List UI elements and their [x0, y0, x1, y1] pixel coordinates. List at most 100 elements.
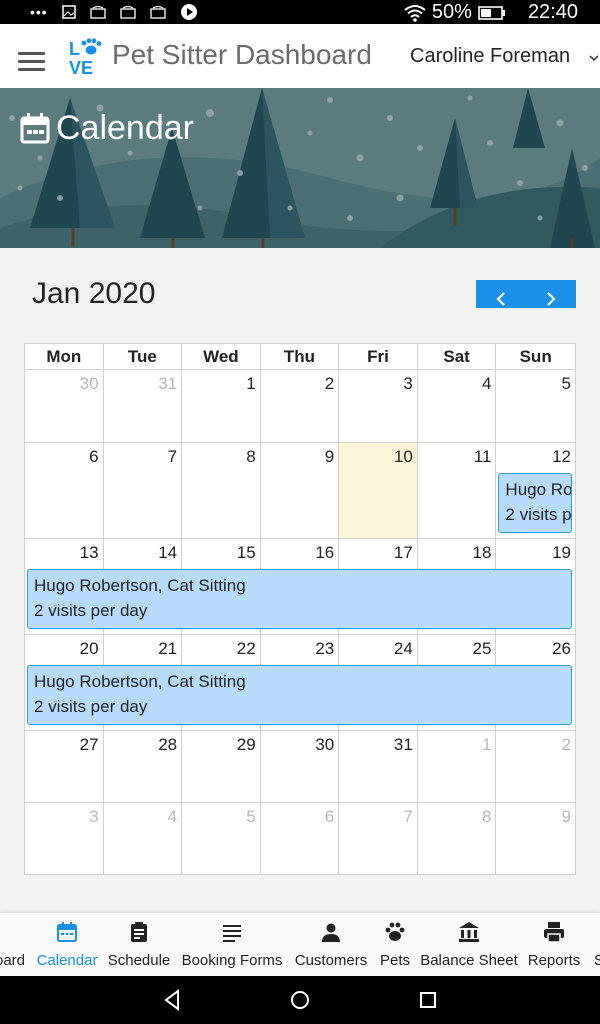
nav-item-person[interactable]: Customers [290, 913, 372, 977]
day-cell[interactable]: 3 [25, 803, 104, 874]
day-number[interactable]: 29 [237, 735, 256, 755]
day-number[interactable]: 4 [168, 807, 177, 827]
month-nav [476, 280, 576, 308]
day-number[interactable]: 25 [472, 639, 491, 659]
day-cell[interactable]: 31 [339, 731, 418, 802]
day-number[interactable]: 8 [246, 447, 255, 467]
next-month-button[interactable] [526, 280, 576, 308]
day-cell[interactable]: 7 [104, 443, 183, 538]
nav-item-clipboard[interactable]: Schedule [104, 913, 174, 977]
recents-icon[interactable] [416, 988, 440, 1012]
day-number[interactable]: 14 [158, 543, 177, 563]
day-cell[interactable]: 2 [261, 370, 340, 442]
day-number[interactable]: 27 [80, 735, 99, 755]
day-cell[interactable]: 1 [418, 731, 497, 802]
nav-item-list[interactable]: Booking Forms [178, 913, 286, 977]
paw-icon [385, 922, 405, 941]
chevron-down-icon[interactable] [588, 52, 600, 64]
day-number[interactable]: 3 [403, 374, 412, 394]
day-number[interactable]: 22 [237, 639, 256, 659]
day-cell[interactable]: 1 [182, 370, 261, 442]
day-cell[interactable]: 29 [182, 731, 261, 802]
day-number[interactable]: 20 [80, 639, 99, 659]
day-number[interactable]: 9 [562, 807, 571, 827]
day-cell[interactable]: 8 [418, 803, 497, 874]
day-cell[interactable]: 4 [104, 803, 183, 874]
day-number[interactable]: 16 [315, 543, 334, 563]
day-number[interactable]: 26 [552, 639, 571, 659]
day-cell[interactable]: 30 [261, 731, 340, 802]
paw-logo-icon [81, 38, 102, 55]
day-number[interactable]: 17 [394, 543, 413, 563]
day-cell[interactable]: 7 [339, 803, 418, 874]
day-number[interactable]: 7 [168, 447, 177, 467]
event-title: Hugo Robertson, Cat Sitting [34, 672, 246, 691]
day-cell[interactable]: 30 [25, 370, 104, 442]
week-row: 30 31 1 2 3 4 5 [25, 370, 575, 443]
prev-month-button[interactable] [476, 280, 526, 308]
day-number[interactable]: 30 [315, 735, 334, 755]
nav-item-calendar[interactable]: Calendar [34, 913, 100, 977]
nav-item-dashboard[interactable]: oard [0, 913, 25, 977]
day-number[interactable]: 21 [158, 639, 177, 659]
event-title: Hugo Robertson, Cat Sitting [505, 480, 572, 499]
battery-icon [478, 5, 505, 20]
day-cell[interactable]: 6 [25, 443, 104, 538]
back-icon[interactable] [160, 988, 184, 1012]
day-cell[interactable]: 31 [104, 370, 183, 442]
day-cell[interactable]: 9 [496, 803, 575, 874]
day-number[interactable]: 9 [325, 447, 334, 467]
day-cell[interactable]: 27 [25, 731, 104, 802]
booking-event[interactable]: Hugo Robertson, Cat Sitting 2 visits per … [27, 569, 572, 629]
day-cell[interactable]: 3 [339, 370, 418, 442]
nav-item-bank[interactable]: Balance Sheet [418, 913, 520, 977]
system-navigation [0, 976, 600, 1024]
page-banner: Calendar [0, 88, 600, 248]
day-number[interactable]: 28 [158, 735, 177, 755]
day-cell[interactable]: 5 [182, 803, 261, 874]
image-notification-icon [61, 5, 76, 19]
hamburger-menu-icon[interactable] [18, 52, 48, 74]
day-number[interactable]: 5 [246, 807, 255, 827]
day-cell[interactable]: 5 [496, 370, 575, 442]
day-number[interactable]: 2 [325, 374, 334, 394]
nav-item-printer[interactable]: Reports [525, 913, 583, 977]
day-cell[interactable]: 11 [418, 443, 497, 538]
booking-event[interactable]: Hugo Robertson, Cat Sitting 2 visits per … [498, 473, 572, 533]
day-number[interactable]: 15 [237, 543, 256, 563]
day-number[interactable]: 19 [552, 543, 571, 563]
day-number[interactable]: 31 [158, 374, 177, 394]
booking-event[interactable]: Hugo Robertson, Cat Sitting 2 visits per … [27, 665, 572, 725]
day-number[interactable]: 5 [562, 374, 571, 394]
day-cell[interactable]: 4 [418, 370, 497, 442]
day-number[interactable]: 31 [394, 735, 413, 755]
day-number[interactable]: 11 [474, 447, 492, 467]
day-cell[interactable]: 28 [104, 731, 183, 802]
day-number[interactable]: 24 [394, 639, 413, 659]
day-number[interactable]: 10 [394, 447, 413, 467]
home-icon[interactable] [288, 988, 312, 1012]
day-number[interactable]: 6 [89, 447, 98, 467]
day-number[interactable]: 2 [562, 735, 571, 755]
day-cell-today[interactable]: 10 [339, 443, 418, 538]
user-menu[interactable]: Caroline Foreman [410, 44, 570, 68]
day-number[interactable]: 6 [325, 807, 334, 827]
day-number[interactable]: 7 [403, 807, 412, 827]
day-number[interactable]: 1 [482, 735, 491, 755]
day-cell[interactable]: 2 [496, 731, 575, 802]
day-cell[interactable]: 6 [261, 803, 340, 874]
day-number[interactable]: 8 [482, 807, 491, 827]
day-number[interactable]: 30 [80, 374, 99, 394]
day-cell[interactable]: 9 [261, 443, 340, 538]
day-number[interactable]: 1 [246, 374, 255, 394]
battery-percent: 50% [431, 1, 472, 23]
day-number[interactable]: 23 [315, 639, 334, 659]
day-cell[interactable]: 8 [182, 443, 261, 538]
nav-item-paw[interactable]: Pets [374, 913, 416, 977]
day-number[interactable]: 18 [472, 543, 491, 563]
nav-item-settings[interactable]: S [589, 913, 600, 977]
day-number[interactable]: 12 [552, 447, 571, 467]
day-number[interactable]: 3 [89, 807, 98, 827]
day-number[interactable]: 4 [482, 374, 491, 394]
day-number[interactable]: 13 [80, 543, 99, 563]
